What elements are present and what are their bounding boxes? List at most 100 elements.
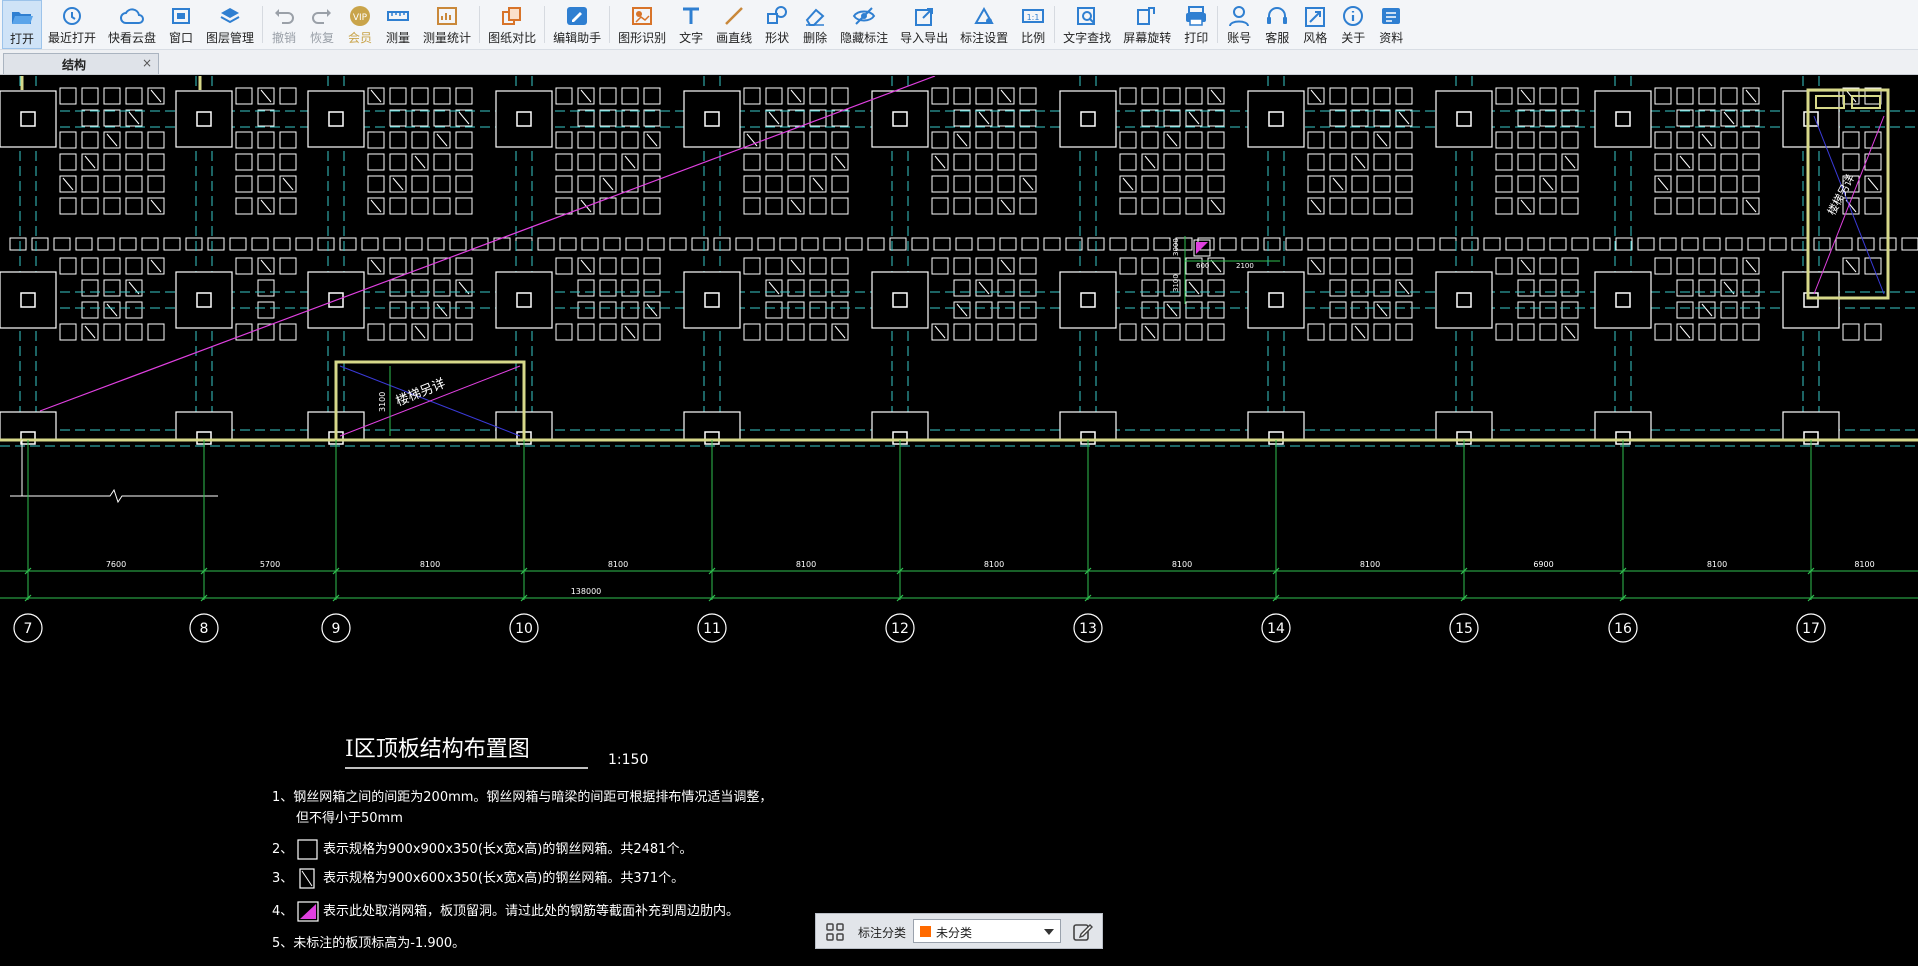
toolbar-button-folder-open[interactable]: 打开 xyxy=(2,0,42,49)
toolbar-button-rotate-screen[interactable]: 屏幕旋转 xyxy=(1117,0,1177,49)
drawing-canvas[interactable]: 7 8 9 10 11 12 13 14 15 16 17 7600 5700 8100 8100 8100 8… xyxy=(0,76,1918,966)
toolbar-button-undo[interactable]: 撤销 xyxy=(265,0,303,49)
mesh-box xyxy=(1373,153,1391,171)
mesh-box xyxy=(1207,301,1225,319)
mesh-box xyxy=(103,87,121,105)
mesh-box xyxy=(1495,323,1513,341)
mesh-box-diagonal xyxy=(1520,199,1532,213)
mesh-box xyxy=(1373,257,1391,275)
toolbar-button-compare[interactable]: 图纸对比 xyxy=(482,0,542,49)
mesh-box xyxy=(1163,153,1181,171)
toolbar-button-redo[interactable]: 恢复 xyxy=(303,0,341,49)
column xyxy=(20,292,36,308)
toolbar-button-hide-eye[interactable]: 隐藏标注 xyxy=(834,0,894,49)
mesh-box xyxy=(1742,279,1760,297)
mesh-box xyxy=(1842,131,1860,149)
annotation-category-select[interactable]: 未分类 xyxy=(913,919,1061,943)
mesh-box xyxy=(455,197,473,215)
mesh-box xyxy=(787,153,805,171)
outline xyxy=(10,440,23,497)
mesh-box xyxy=(997,109,1015,127)
toolbar-button-cloud[interactable]: 快看云盘 xyxy=(102,0,162,49)
mesh-box xyxy=(1654,197,1672,215)
toolbar-button-info[interactable]: 关于 xyxy=(1334,0,1372,49)
annotation-category-label: 标注分类 xyxy=(858,926,907,940)
toolbar-button-text-search[interactable]: 文字查找 xyxy=(1057,0,1117,49)
rotate-screen-icon xyxy=(1134,4,1160,28)
toolbar-button-import-export[interactable]: 导入导出 xyxy=(894,0,954,49)
mesh-box-diagonal xyxy=(1166,133,1178,147)
toolbar-button-ruler[interactable]: 测量 xyxy=(379,0,417,49)
mesh-box xyxy=(1517,175,1535,193)
mesh-box xyxy=(389,257,407,275)
toolbar-button-window[interactable]: 窗口 xyxy=(162,0,200,49)
mesh-box xyxy=(577,153,595,171)
mesh-box xyxy=(59,323,77,341)
toolbar-button-annotation-settings[interactable]: 标注设置 xyxy=(954,0,1014,49)
mesh-box xyxy=(81,87,99,105)
mesh-box xyxy=(1561,175,1579,193)
mesh-box xyxy=(59,131,77,149)
mesh-box xyxy=(1241,237,1259,251)
mesh-box xyxy=(1654,323,1672,341)
toolbar-button-printer[interactable]: 打印 xyxy=(1177,0,1215,49)
toolbar-button-eraser[interactable]: 删除 xyxy=(796,0,834,49)
axis-label: 14 xyxy=(1267,621,1285,637)
axis-label: 8 xyxy=(200,621,209,637)
mesh-box-diagonal xyxy=(768,111,780,125)
toolbar-button-scale[interactable]: 1:1 比例 xyxy=(1014,0,1052,49)
toolbar-button-user[interactable]: 账号 xyxy=(1220,0,1258,49)
mesh-box xyxy=(1373,323,1391,341)
compare-icon xyxy=(499,4,525,28)
toolbar-button-shape-recognition[interactable]: 图形识别 xyxy=(612,0,672,49)
mesh-box xyxy=(1676,109,1694,127)
mesh-box xyxy=(953,175,971,193)
mesh-box xyxy=(599,87,617,105)
edit-icon[interactable] xyxy=(1072,921,1094,943)
mesh-box xyxy=(1163,87,1181,105)
mesh-box xyxy=(1019,301,1037,319)
mesh-box xyxy=(809,153,827,171)
mesh-box xyxy=(433,175,451,193)
toolbar-button-layers[interactable]: 图层管理 xyxy=(200,0,260,49)
docs-icon xyxy=(1378,4,1404,28)
toolbar-button-text[interactable]: 文字 xyxy=(672,0,710,49)
mesh-box xyxy=(1461,237,1479,251)
mesh-box xyxy=(765,87,783,105)
toolbar-button-line[interactable]: 画直线 xyxy=(710,0,758,49)
toolbar-button-headset[interactable]: 客服 xyxy=(1258,0,1296,49)
text-icon xyxy=(678,4,704,28)
mesh-box xyxy=(1351,301,1369,319)
legend-note: 表示规格为900x600x350(长x宽x高)的钢丝网箱。共371个。 xyxy=(323,870,684,886)
toolbar-button-measure-stats[interactable]: 测量统计 xyxy=(417,0,477,49)
toolbar-button-vip[interactable]: VIP 会员 xyxy=(341,0,379,49)
mesh-box-diagonal xyxy=(260,259,272,273)
grid-icon[interactable] xyxy=(825,922,845,942)
toolbar-button-history[interactable]: 最近打开 xyxy=(42,0,102,49)
mesh-box xyxy=(831,131,849,149)
toolbar-button-style[interactable]: 风格 xyxy=(1296,0,1334,49)
mesh-box xyxy=(455,301,473,319)
toolbar-button-shape[interactable]: 形状 xyxy=(758,0,796,49)
toolbar-button-edit-assistant[interactable]: 编辑助手 xyxy=(547,0,607,49)
mesh-box xyxy=(933,237,951,251)
mesh-box-diagonal xyxy=(1723,111,1735,125)
mesh-box xyxy=(779,237,797,251)
stair-label: 楼梯另详 xyxy=(1824,172,1857,217)
mesh-box xyxy=(81,175,99,193)
mesh-box xyxy=(599,301,617,319)
mesh-box xyxy=(1561,197,1579,215)
mesh-box xyxy=(75,237,93,251)
mesh-box xyxy=(1495,153,1513,171)
toolbar-separator xyxy=(262,6,264,43)
toolbar-button-docs[interactable]: 资料 xyxy=(1372,0,1410,49)
mesh-box xyxy=(1517,109,1535,127)
tab-close-icon[interactable]: × xyxy=(142,56,152,70)
mesh-box xyxy=(279,323,297,341)
mesh-box-diagonal xyxy=(1679,155,1691,169)
tab-structure[interactable]: 结构 × xyxy=(3,53,159,74)
mesh-box xyxy=(53,237,71,251)
mesh-box xyxy=(1185,153,1203,171)
mesh-box xyxy=(643,87,661,105)
mesh-box xyxy=(59,197,77,215)
